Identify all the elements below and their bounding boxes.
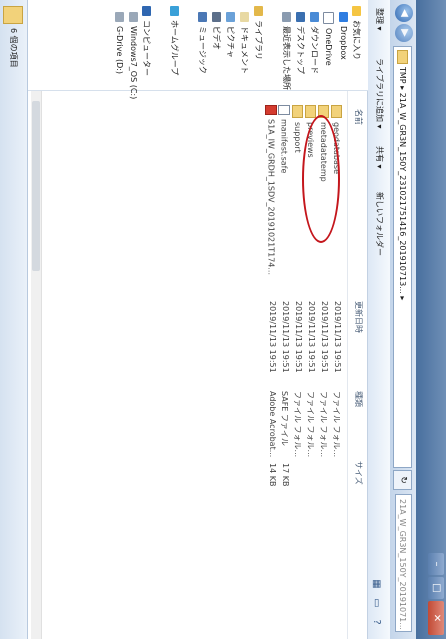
- navigation-pane: お気に入り Dropbox OneDrive ダウンロード デスクトップ 最近表…: [28, 0, 368, 99]
- nav-item-documents[interactable]: ドキュメント: [239, 12, 250, 74]
- pdf-icon: [265, 105, 277, 115]
- column-date[interactable]: 更新日時: [353, 301, 364, 333]
- organize-button[interactable]: 整理 ▾: [368, 8, 390, 31]
- column-type[interactable]: 種類: [353, 391, 364, 407]
- file-type: ファイル フォル...: [293, 391, 302, 458]
- file-date: 2019/11/13 19:51: [281, 301, 290, 373]
- nav-item-recent[interactable]: 最近表示した場所: [281, 12, 292, 90]
- search-input[interactable]: 21A_W_GR3N_150Y_20191071...: [395, 494, 412, 632]
- nav-item-onedrive[interactable]: OneDrive: [323, 12, 334, 66]
- item-count: 6 個の項目: [9, 28, 18, 68]
- screenshot-canvas: – □ ✕ ◀ ▶ TMP ▸ 21A_W_GR3N_150Y_23102175…: [0, 0, 446, 639]
- download-icon: [310, 12, 319, 22]
- file-date: 2019/11/13 19:51: [268, 301, 277, 373]
- back-arrow-icon[interactable]: ◀: [395, 4, 413, 22]
- column-headers: 名前 更新日時 種類 サイズ: [347, 91, 368, 639]
- explorer-window: – □ ✕ ◀ ▶ TMP ▸ 21A_W_GR3N_150Y_23102175…: [0, 0, 446, 639]
- star-icon: [352, 6, 361, 16]
- nav-item-pictures[interactable]: ピクチャ: [225, 12, 236, 58]
- video-icon: [212, 12, 221, 22]
- desktop-icon: [296, 12, 305, 22]
- refresh-button[interactable]: ↻: [393, 470, 412, 490]
- folder-icon: [3, 6, 23, 24]
- horizontal-scrollbar[interactable]: [31, 91, 42, 639]
- maximize-button[interactable]: □: [428, 577, 444, 599]
- document-icon: [240, 12, 249, 22]
- share-button[interactable]: 共有 ▾: [368, 146, 390, 169]
- table-row[interactable]: manifest.safe 2019/11/13 19:51 SAFE ファイル…: [277, 91, 290, 639]
- file-type: ファイル フォル...: [319, 391, 328, 458]
- file-name: S1A_IW_GRDH_1SDV_20191021T174...: [266, 119, 276, 276]
- drive-icon: [115, 12, 124, 22]
- table-row[interactable]: support 2019/11/13 19:51 ファイル フォル...: [290, 91, 303, 639]
- file-size: 14 KB: [268, 463, 277, 487]
- nav-item-favorites[interactable]: お気に入り: [351, 6, 362, 60]
- nav-item-computer[interactable]: コンピューター: [141, 6, 152, 76]
- status-bar: 6 個の項目: [0, 0, 28, 639]
- nav-item-downloads[interactable]: ダウンロード: [309, 12, 320, 74]
- file-date: 2019/11/13 19:51: [307, 301, 316, 373]
- file-type: Adobe Acrobat...: [268, 391, 277, 458]
- forward-arrow-icon[interactable]: ▶: [395, 24, 413, 42]
- address-row: ◀ ▶ TMP ▸ 21A_W_GR3N_150Y_231021751416_2…: [389, 0, 416, 639]
- file-icon: [278, 105, 290, 115]
- address-path: TMP ▸ 21A_W_GR3N_150Y_231021751416_20191…: [398, 67, 407, 301]
- red-highlight-ellipse: [302, 115, 340, 243]
- library-icon: [254, 6, 263, 16]
- file-name: support: [293, 122, 302, 153]
- music-icon: [198, 12, 207, 22]
- file-type: SAFE ファイル: [280, 391, 289, 446]
- onedrive-icon: [323, 12, 334, 24]
- nav-item-videos[interactable]: ビデオ: [211, 12, 222, 50]
- table-row[interactable]: S1A_IW_GRDH_1SDV_20191021T174... 2019/11…: [264, 91, 277, 639]
- recent-icon: [282, 12, 291, 22]
- scrollbar-thumb[interactable]: [32, 101, 40, 271]
- new-folder-button[interactable]: 新しいフォルダー: [368, 192, 390, 256]
- picture-icon: [226, 12, 235, 22]
- nav-item-dropbox[interactable]: Dropbox: [339, 12, 348, 60]
- title-bar: – □ ✕: [416, 0, 446, 639]
- file-date: 2019/11/13 19:51: [294, 301, 303, 373]
- nav-item-music[interactable]: ミュージック: [197, 12, 208, 74]
- command-bar: 整理 ▾ ライブラリに追加 ▾ 共有 ▾ 新しいフォルダー ▦ ▭?: [367, 0, 390, 639]
- column-size[interactable]: サイズ: [353, 461, 364, 485]
- file-date: 2019/11/13 19:51: [320, 301, 329, 373]
- nav-item-drive-c[interactable]: Windows7_OS (C:): [129, 12, 138, 99]
- computer-icon: [142, 6, 151, 16]
- homegroup-icon: [170, 6, 179, 16]
- nav-item-drive-d[interactable]: G-Drive (D:): [115, 12, 124, 74]
- file-size: 17 KB: [281, 463, 290, 487]
- file-type: ファイル フォル...: [332, 391, 341, 458]
- file-name: manifest.safe: [279, 119, 289, 174]
- nav-item-libraries[interactable]: ライブラリ: [253, 6, 264, 60]
- view-options-icon[interactable]: ▦: [371, 576, 387, 592]
- add-to-library-button[interactable]: ライブラリに追加 ▾: [368, 58, 390, 129]
- close-button[interactable]: ✕: [428, 601, 444, 635]
- file-date: 2019/11/13 19:51: [333, 301, 342, 373]
- nav-item-homegroup[interactable]: ホームグループ: [169, 6, 180, 75]
- address-bar[interactable]: TMP ▸ 21A_W_GR3N_150Y_231021751416_20191…: [393, 46, 412, 468]
- folder-icon: [397, 50, 408, 64]
- folder-icon: [292, 105, 303, 118]
- drive-icon: [129, 12, 138, 22]
- file-list: 名前 更新日時 種類 サイズ geodatabase 2019/11/13 19…: [28, 91, 368, 639]
- help-icon[interactable]: ?: [371, 614, 387, 630]
- view-controls: ▦ ▭?: [371, 573, 387, 633]
- dropbox-icon: [339, 12, 348, 22]
- column-name[interactable]: 名前: [353, 109, 364, 125]
- preview-pane-icon[interactable]: ▭: [371, 595, 387, 611]
- nav-item-desktop[interactable]: デスクトップ: [295, 12, 306, 74]
- file-type: ファイル フォル...: [306, 391, 315, 458]
- minimize-button[interactable]: –: [428, 553, 444, 575]
- folder-icon: [331, 105, 342, 118]
- folder-icon: [305, 105, 316, 118]
